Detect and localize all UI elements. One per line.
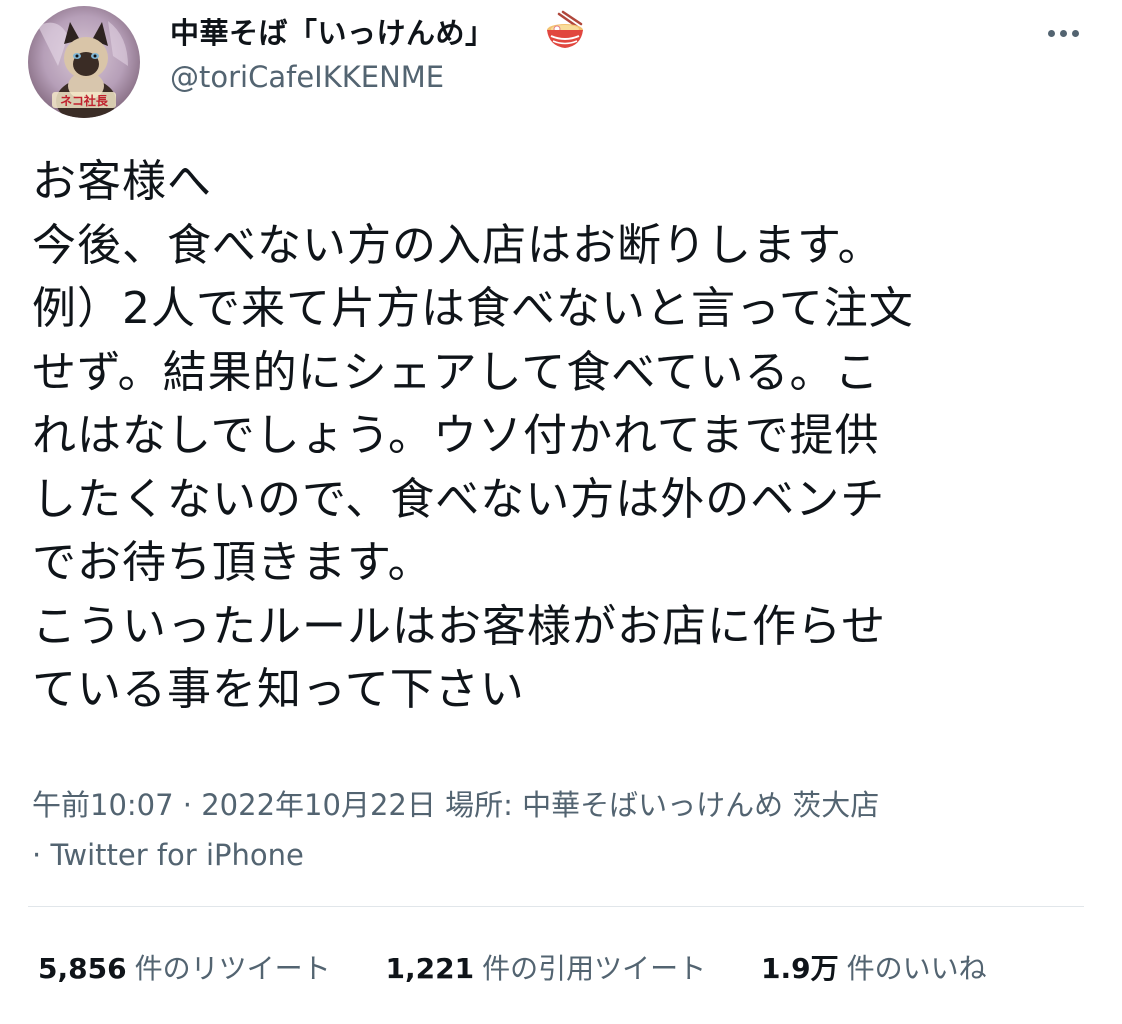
tweet-text-line: 今後、食べない方の入店はお断りします。 [32,219,883,271]
retweets-stat[interactable]: 5,856 件のリツイート [38,947,331,987]
source-link[interactable]: Twitter for iPhone [50,838,303,872]
tweet-text-line: れはなしでしょう。ウソ付かれてまで提供 [32,410,880,461]
tweet-text-line: こういったルールはお客様がお店に作らせ [32,600,887,652]
tweet-header: ネコ社長 中華そば「いっけんめ」 @toriCafeIKKENME [0,0,1122,130]
dot [1071,29,1079,37]
likes-stat[interactable]: 1.9万 件のいいね [761,947,987,987]
meta-separator: · [173,788,202,822]
tweet-text-line: でお待ち頂きます。 [32,537,433,588]
user-handle[interactable]: @toriCafeIKKENME [170,60,444,94]
retweet-count: 5,856 [38,952,127,985]
more-icon[interactable] [1040,18,1086,48]
meta-line-source: · Twitter for iPhone [32,830,1092,880]
like-count: 1.9万 [761,952,839,985]
tweet-text-line: したくないので、食べない方は外のベンチ [32,473,886,525]
quote-count: 1,221 [385,952,475,985]
tweet-text-line: お客様へ [32,156,212,207]
tweet-text: お客様へ 今後、食べない方の入店はお断りします。 例）2人で来て片方は食べないと… [32,150,1102,722]
ramen-bowl-icon [543,8,587,52]
dot [1047,29,1055,37]
quote-tweets-stat[interactable]: 1,221 件の引用ツイート [386,947,707,987]
tweet-time-link[interactable]: 午前10:07 [32,788,174,822]
cat-avatar-image: ネコ社長 [28,6,140,118]
tweet-text-line: せず。結果的にシェアして食べている。こ [32,346,880,398]
tweet-date-link[interactable]: 2022年10月22日 [201,788,436,822]
tweet-meta: 午前10:07 · 2022年10月22日 場所: 中華そばいっけんめ 茨大店 … [32,780,1092,880]
like-label: 件のいいね [846,952,987,985]
divider [28,906,1084,907]
source-prefix: · [32,838,51,872]
dot [1059,29,1067,37]
retweet-label: 件のリツイート [134,952,331,985]
tweet-text-line: ている事を知って下さい [32,664,525,715]
location-label: 場所: [445,788,523,822]
svg-text:ネコ社長: ネコ社長 [60,93,109,108]
engagement-stats: 5,856 件のリツイート 1,221 件の引用ツイート 1.9万 件のいいね [38,947,1033,987]
location-link[interactable]: 中華そばいっけんめ 茨大店 [522,788,879,822]
display-name[interactable]: 中華そば「いっけんめ」 [170,10,495,52]
avatar[interactable]: ネコ社長 [28,6,140,118]
meta-line-time: 午前10:07 · 2022年10月22日 場所: 中華そばいっけんめ 茨大店 [32,780,1092,830]
tweet-text-line: 例）2人で来て片方は食べないと言って注文 [32,283,914,334]
quote-label: 件の引用ツイート [482,952,707,985]
